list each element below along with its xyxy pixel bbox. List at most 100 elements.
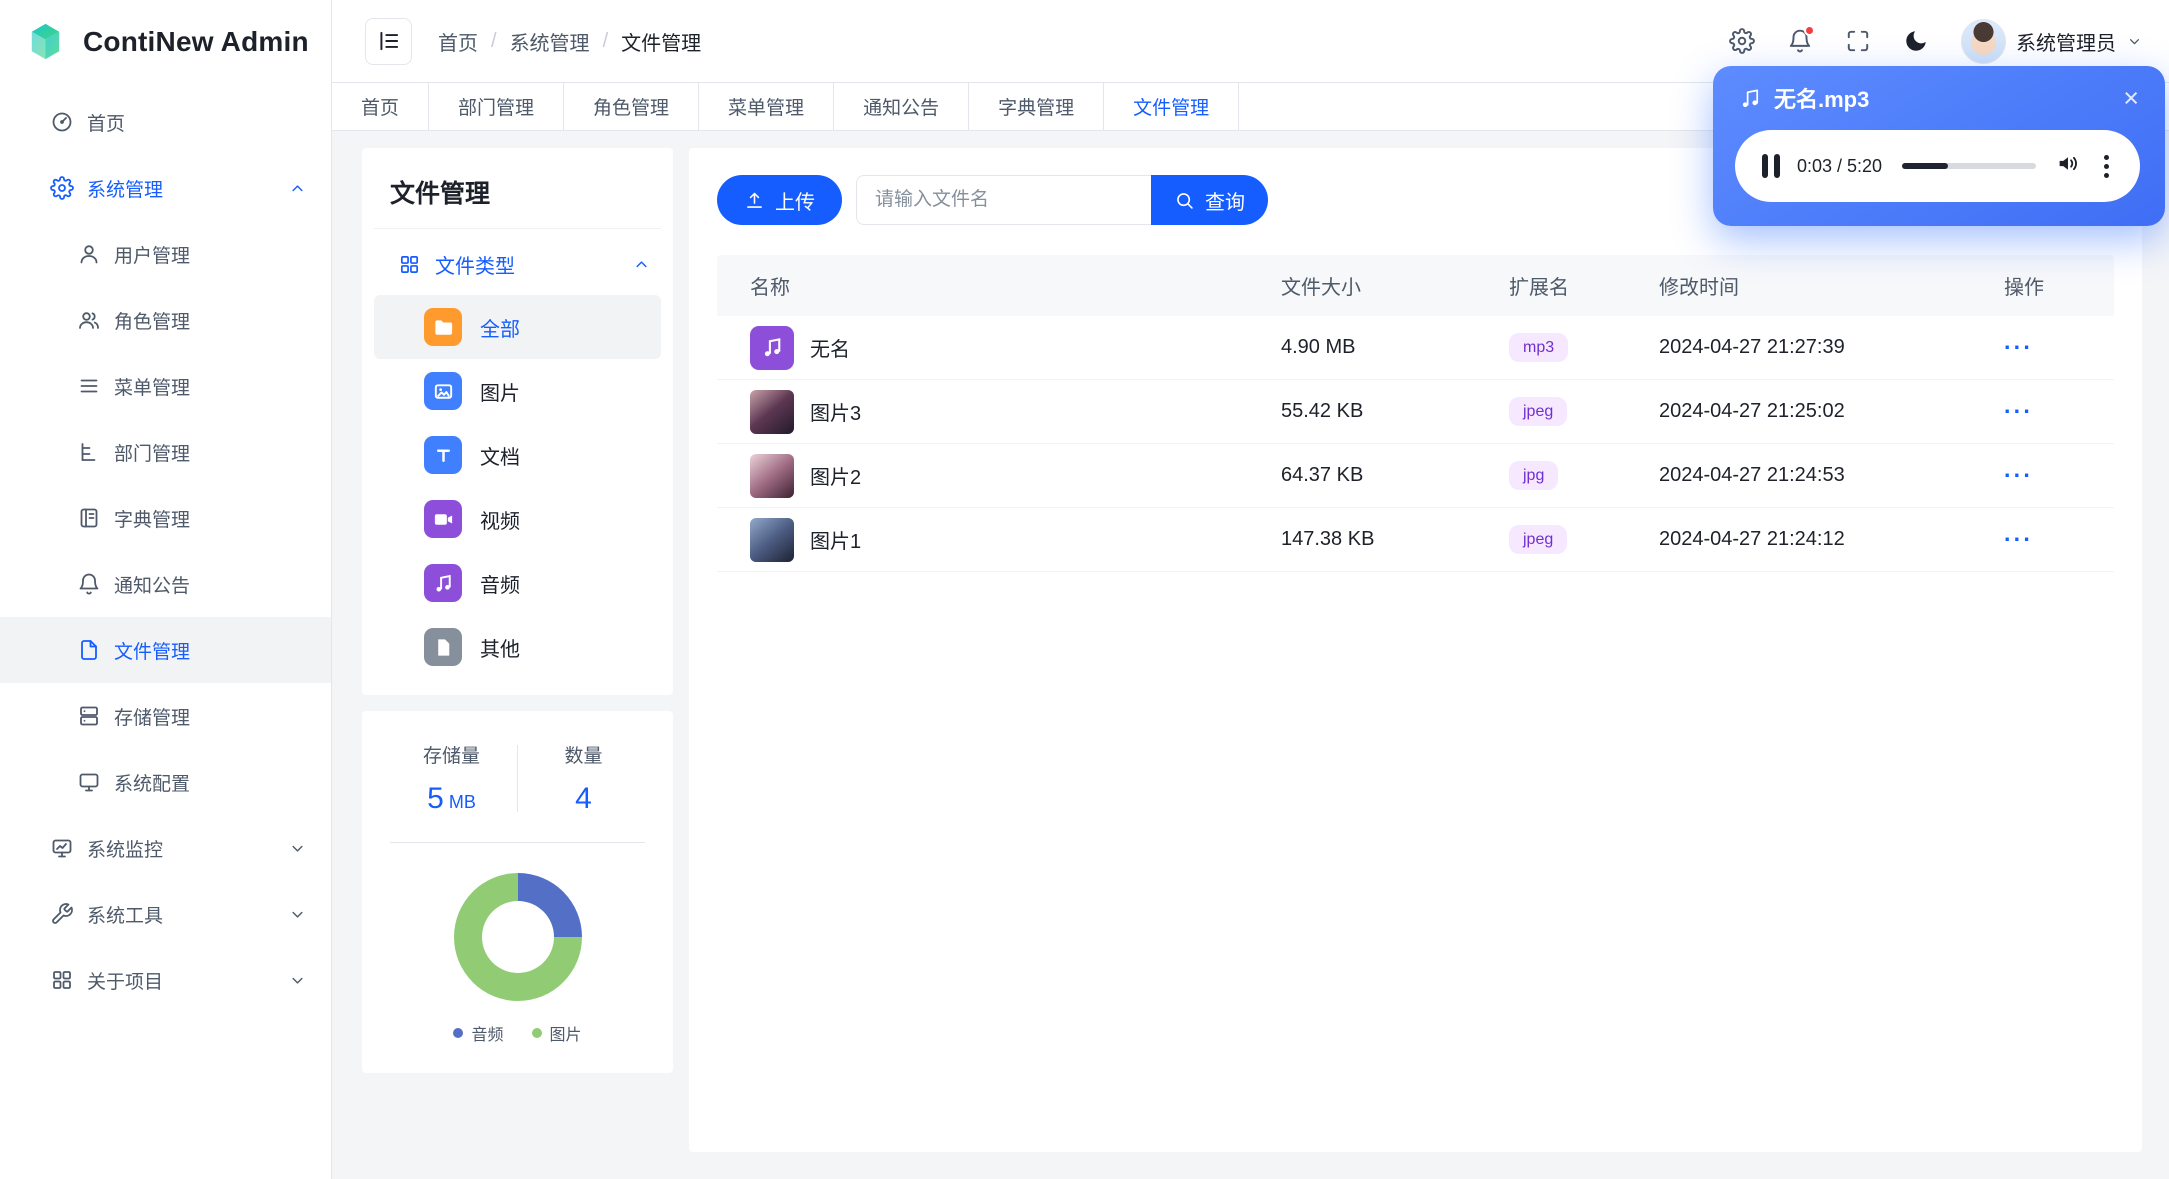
file-type-label: 全部: [480, 318, 520, 341]
modified-time: 2024-04-27 21:27:39: [1659, 336, 1845, 358]
file-name[interactable]: 无名: [810, 333, 850, 362]
sidebar-item-label: 字典管理: [114, 509, 191, 531]
file-type-item[interactable]: 视频: [374, 487, 661, 551]
sidebar-item[interactable]: 部门管理: [0, 419, 331, 485]
file-type-item[interactable]: 全部: [374, 295, 661, 359]
user-menu[interactable]: 系统管理员: [1961, 18, 2143, 64]
file-type-item[interactable]: 音频: [374, 551, 661, 615]
breadcrumb-item[interactable]: 首页: [438, 27, 478, 56]
notifications-button[interactable]: [1775, 16, 1825, 66]
file-type-item[interactable]: 文档: [374, 423, 661, 487]
count-stat: 数量 4: [518, 741, 649, 816]
monitor-icon: [77, 770, 101, 794]
audio-player: 无名.mp3 × 0:03 / 5:20: [1713, 66, 2165, 226]
storage-stat: 存储量 5 MB: [386, 741, 517, 816]
storage-stats-card: 存储量 5 MB 数量 4 音频图片: [362, 711, 673, 1073]
table-row: 图片1 147.38 KB jpeg 2024-04-27 21:24:12 ···: [717, 508, 2114, 572]
sidebar-item[interactable]: 文件管理: [0, 617, 331, 683]
avatar: [1961, 18, 2006, 64]
file-ext-cell: mp3: [1509, 332, 1659, 363]
file-type-label: 文档: [480, 446, 520, 469]
file-name[interactable]: 图片3: [810, 397, 861, 426]
settings-button[interactable]: [1717, 16, 1767, 66]
sidebar-item[interactable]: 系统管理: [0, 155, 331, 221]
dark-mode-button[interactable]: [1891, 16, 1941, 66]
sidebar-item[interactable]: 字典管理: [0, 485, 331, 551]
file-type-group[interactable]: 文件类型: [362, 233, 673, 295]
seek-bar[interactable]: [1902, 163, 2036, 169]
breadcrumb: 首页 / 系统管理 / 文件管理: [438, 27, 701, 56]
modified-time: 2024-04-27 21:24:53: [1659, 464, 1845, 486]
tab-6[interactable]: 字典管理: [969, 83, 1105, 130]
sidebar-item[interactable]: 首页: [0, 89, 331, 155]
player-menu-button[interactable]: [2100, 151, 2113, 182]
tab-1[interactable]: 首页: [332, 83, 430, 130]
breadcrumb-item[interactable]: 系统管理: [510, 27, 590, 56]
row-actions-button[interactable]: ···: [2004, 462, 2114, 489]
fullscreen-button[interactable]: [1833, 16, 1883, 66]
legend-label: 音频: [471, 1027, 504, 1044]
sidebar-item[interactable]: 通知公告: [0, 551, 331, 617]
sidebar-item[interactable]: 角色管理: [0, 287, 331, 353]
tab-2[interactable]: 部门管理: [429, 83, 565, 130]
image-thumbnail: [750, 517, 794, 562]
monitor-chart-icon: [50, 836, 74, 860]
query-button[interactable]: 查询: [1151, 175, 1268, 225]
file-type-label: 视频: [480, 510, 520, 533]
upload-button[interactable]: 上传: [717, 175, 842, 225]
file-size: 4.90 MB: [1281, 336, 1356, 358]
image-icon: [424, 372, 462, 410]
tool-icon: [50, 902, 74, 926]
file-type-item[interactable]: 其他: [374, 615, 661, 679]
legend-dot: [453, 1028, 464, 1038]
chevron-down-icon: [288, 905, 307, 924]
sidebar-item-label: 存储管理: [114, 707, 191, 729]
sidebar-item[interactable]: 用户管理: [0, 221, 331, 287]
pause-button[interactable]: [1762, 154, 1780, 178]
tab-7[interactable]: 文件管理: [1104, 83, 1240, 130]
app-logo[interactable]: ContiNew Admin: [0, 0, 331, 83]
row-actions-button[interactable]: ···: [2004, 526, 2114, 553]
bell-icon: [77, 572, 101, 596]
upload-icon: [744, 190, 765, 211]
file-size: 55.42 KB: [1281, 400, 1364, 422]
file-name[interactable]: 图片2: [810, 461, 861, 490]
sidebar-item[interactable]: 系统配置: [0, 749, 331, 815]
sidebar-item-label: 部门管理: [114, 443, 191, 465]
row-actions-button[interactable]: ···: [2004, 398, 2114, 425]
tab-4[interactable]: 菜单管理: [699, 83, 835, 130]
sidebar-collapse-button[interactable]: [365, 17, 412, 65]
legend-label: 图片: [549, 1027, 582, 1044]
close-icon[interactable]: ×: [2123, 84, 2139, 112]
file-name[interactable]: 图片1: [810, 525, 861, 554]
file-type-group-label: 文件类型: [435, 255, 515, 278]
storage-chart: 音频 图片: [386, 873, 649, 1045]
users-icon: [77, 308, 101, 332]
volume-button[interactable]: [2056, 151, 2081, 181]
file-type-list: 全部图片文档视频音频 其他: [362, 295, 673, 679]
file-size: 147.38 KB: [1281, 528, 1375, 550]
donut-chart: [453, 873, 582, 1001]
table-row: 图片2 64.37 KB jpg 2024-04-27 21:24:53 ···: [717, 444, 2114, 508]
file-ext-tag: jpeg: [1509, 524, 1568, 555]
image-thumbnail: [750, 453, 794, 498]
sidebar-item[interactable]: 关于项目: [0, 947, 331, 1013]
sidebar-item-label: 菜单管理: [114, 377, 191, 399]
legend-item[interactable]: 图片: [531, 1021, 582, 1045]
file-ext-cell: jpg: [1509, 460, 1659, 491]
content-area: 文件管理 文件类型 全部 图片 文档 视频 音频 其他 存储量 5 MB 数量 …: [332, 131, 2169, 1179]
search-input[interactable]: [856, 175, 1151, 225]
breadcrumb-separator: /: [602, 29, 609, 52]
sidebar-item[interactable]: 菜单管理: [0, 353, 331, 419]
breadcrumb-item[interactable]: 文件管理: [621, 27, 701, 56]
legend-item[interactable]: 音频: [453, 1021, 504, 1045]
sidebar-item[interactable]: 系统监控: [0, 815, 331, 881]
file-type-item[interactable]: 图片: [374, 359, 661, 423]
tab-3[interactable]: 角色管理: [564, 83, 700, 130]
sidebar-item[interactable]: 存储管理: [0, 683, 331, 749]
file-name-cell: 图片1: [717, 517, 1281, 562]
tab-5[interactable]: 通知公告: [834, 83, 970, 130]
sidebar-item[interactable]: 系统工具: [0, 881, 331, 947]
row-actions-button[interactable]: ···: [2004, 334, 2114, 361]
divider: [374, 228, 661, 229]
